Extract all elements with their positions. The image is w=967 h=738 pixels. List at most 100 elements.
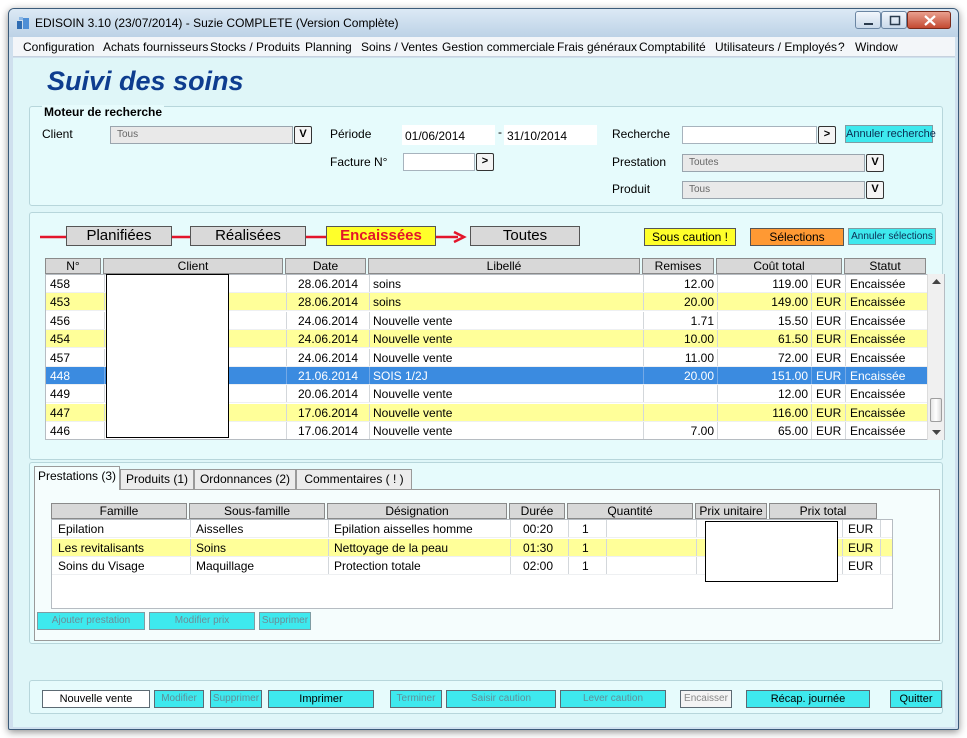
tab-commentaires[interactable]: Commentaires ( ! ): [296, 469, 412, 489]
prestation-combo[interactable]: Toutes: [682, 154, 865, 172]
recherche-input[interactable]: [682, 126, 817, 144]
annuler-selections-button[interactable]: Annuler sélections: [848, 228, 936, 245]
soins-table-scrollbar[interactable]: [927, 274, 944, 440]
col-header-date[interactable]: Date: [285, 258, 366, 274]
filter-encaissees-button[interactable]: Encaissées: [326, 226, 436, 246]
client-combo[interactable]: Tous: [110, 126, 293, 144]
col-header-statut[interactable]: Statut: [844, 258, 926, 274]
scroll-down-icon[interactable]: [932, 428, 941, 436]
grid-divider: [568, 520, 569, 537]
cell-remises: 11.00: [684, 350, 714, 365]
cell-devise: EUR: [816, 369, 842, 383]
col-header-prix-unitaire[interactable]: Prix unitaire: [695, 503, 767, 519]
cell-libelle: soins: [373, 277, 402, 291]
ajouter-prestation-button[interactable]: Ajouter prestation: [37, 612, 145, 630]
encaisser-button[interactable]: Encaisser: [680, 690, 732, 708]
col-header-duree[interactable]: Durée: [509, 503, 565, 519]
cell-libelle: Nouvelle vente: [373, 424, 453, 439]
grid-divider: [880, 538, 881, 556]
col-header-no[interactable]: N°: [45, 258, 101, 274]
menu-achats-fournisseurs[interactable]: Achats fournisseurs: [103, 40, 208, 54]
produit-label: Produit: [612, 182, 651, 196]
menu-planning[interactable]: Planning: [305, 40, 352, 54]
cell-designation: Nettoyage de la peau: [334, 540, 449, 555]
modifier-button[interactable]: Modifier: [154, 690, 204, 708]
produit-combo[interactable]: Tous: [682, 181, 865, 199]
grid-divider: [510, 520, 511, 537]
cell-libelle: SOIS 1/2J: [373, 369, 428, 383]
facture-input[interactable]: [403, 153, 475, 171]
cell-designation: Protection totale: [334, 559, 421, 573]
cell-devise: EUR: [816, 387, 842, 402]
filter-planifiees-button[interactable]: Planifiées: [66, 226, 172, 246]
menu-configuration[interactable]: Configuration: [23, 40, 94, 54]
cell-cout: 12.00: [777, 387, 808, 402]
produit-combo-button[interactable]: V: [866, 181, 884, 199]
quitter-button[interactable]: Quitter: [890, 690, 942, 708]
lever-caution-button[interactable]: Lever caution: [560, 690, 666, 708]
periode-label: Période: [330, 127, 372, 141]
menu-stocks-produits[interactable]: Stocks / Produits: [210, 40, 300, 54]
facture-go-button[interactable]: >: [476, 153, 494, 171]
recap-journee-button[interactable]: Récap. journée: [746, 690, 870, 708]
col-header-quantite[interactable]: Quantité: [567, 503, 693, 519]
grid-divider: [568, 557, 569, 574]
filter-realisees-button[interactable]: Réalisées: [190, 226, 306, 246]
cell-date: 24.06.2014: [297, 332, 359, 347]
modifier-prix-button[interactable]: Modifier prix: [149, 612, 255, 630]
grid-divider: [842, 557, 843, 574]
grid-divider: [104, 348, 105, 366]
cell-date: 28.06.2014: [297, 295, 359, 310]
menu-frais-generaux[interactable]: Frais généraux: [557, 40, 637, 54]
cell-sous_famille: Soins: [196, 540, 227, 555]
tab-ordonnances[interactable]: Ordonnances (2): [194, 469, 296, 489]
menu-help[interactable]: ?: [838, 40, 845, 54]
close-button[interactable]: [907, 11, 951, 29]
menu-soins-ventes[interactable]: Soins / Ventes: [361, 40, 438, 54]
tab-prestations[interactable]: Prestations (3): [34, 466, 120, 490]
terminer-button[interactable]: Terminer: [390, 690, 442, 708]
col-header-client[interactable]: Client: [103, 258, 283, 274]
col-header-remises[interactable]: Remises: [642, 258, 714, 274]
col-header-libelle[interactable]: Libellé: [368, 258, 640, 274]
selections-button[interactable]: Sélections: [750, 228, 844, 246]
cell-no: 448: [50, 369, 71, 383]
cell-cout: 119.00: [772, 277, 808, 291]
col-header-designation[interactable]: Désignation: [327, 503, 507, 519]
annuler-recherche-button[interactable]: Annuler recherche: [845, 125, 936, 143]
menu-window[interactable]: Window: [855, 40, 898, 54]
imprimer-button[interactable]: Imprimer: [268, 690, 374, 708]
scroll-up-icon[interactable]: [932, 278, 941, 286]
col-header-prix-total[interactable]: Prix total: [769, 503, 877, 519]
grid-divider: [286, 348, 287, 366]
saisir-caution-button[interactable]: Saisir caution: [446, 690, 556, 708]
nouvelle-vente-button[interactable]: Nouvelle vente: [42, 690, 150, 708]
sous-caution-button[interactable]: Sous caution !: [644, 228, 736, 246]
grid-divider: [510, 557, 511, 574]
cell-remises: 7.00: [690, 424, 714, 439]
menu-gestion-commerciale[interactable]: Gestion commerciale: [442, 40, 555, 54]
supprimer-button[interactable]: Supprimer: [210, 690, 262, 708]
menu-comptabilite[interactable]: Comptabilité: [639, 40, 706, 54]
cell-sous_famille: Maquillage: [196, 559, 255, 573]
date-from-input[interactable]: 01/06/2014: [402, 125, 495, 145]
col-header-famille[interactable]: Famille: [51, 503, 187, 519]
prestation-combo-button[interactable]: V: [866, 154, 884, 172]
col-header-cout-total[interactable]: Coût total: [716, 258, 842, 274]
tab-produits[interactable]: Produits (1): [120, 469, 194, 489]
recherche-go-button[interactable]: >: [818, 126, 836, 144]
col-header-sous-famille[interactable]: Sous-famille: [189, 503, 325, 519]
client-combo-button[interactable]: V: [294, 126, 312, 144]
cell-date: 17.06.2014: [297, 424, 359, 439]
maximize-button[interactable]: [881, 11, 907, 29]
supprimer-prestation-button[interactable]: Supprimer: [259, 612, 311, 630]
cell-cout: 61.50: [777, 332, 808, 347]
client-redaction: [106, 274, 229, 438]
title-bar: EDISOIN 3.10 (23/07/2014) - Suzie COMPLE…: [9, 9, 958, 37]
soins-scroll-thumb[interactable]: [930, 398, 942, 422]
filter-toutes-button[interactable]: Toutes: [470, 226, 580, 246]
minimize-button[interactable]: [855, 11, 881, 29]
date-to-input[interactable]: 31/10/2014: [504, 125, 597, 145]
menu-utilisateurs-employes[interactable]: Utilisateurs / Employés: [715, 40, 837, 54]
grid-divider: [811, 293, 812, 311]
